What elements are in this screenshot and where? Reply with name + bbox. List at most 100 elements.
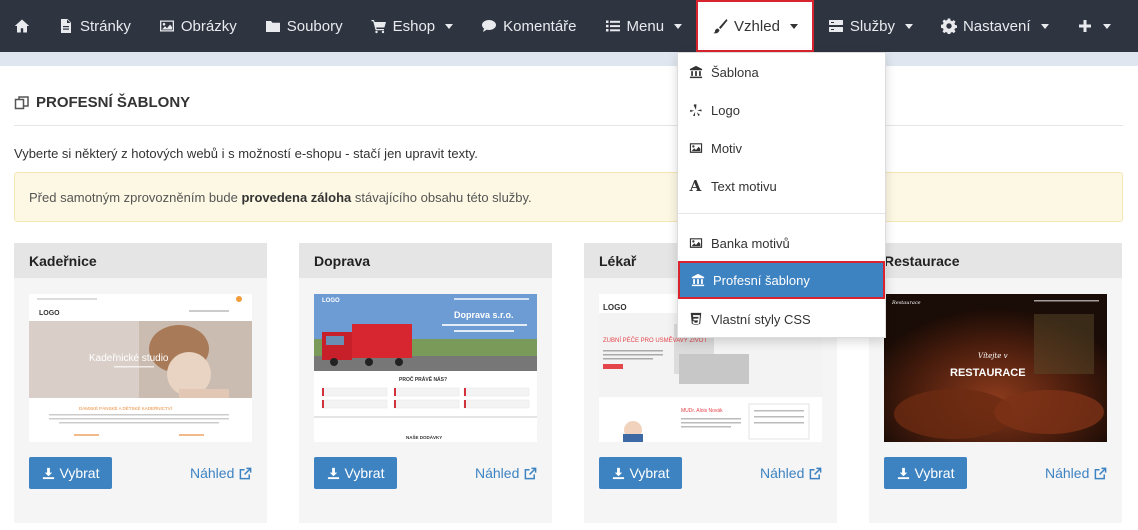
dropdown-item-motiv[interactable]: Motiv bbox=[678, 129, 885, 167]
card-title: Restaurace bbox=[869, 243, 1122, 278]
image-icon bbox=[159, 18, 175, 34]
nav-item-soubory[interactable]: Soubory bbox=[251, 0, 357, 52]
select-button-label: Vybrat bbox=[629, 465, 670, 481]
nav-item-add[interactable] bbox=[1063, 0, 1125, 52]
nav-item-sluzby[interactable]: Služby bbox=[814, 0, 927, 52]
download-icon bbox=[612, 467, 624, 479]
card-title: Doprava bbox=[299, 243, 552, 278]
backup-alert: Před samotným zprovozněním bude proveden… bbox=[14, 172, 1123, 222]
hair-salon-preview: LOGO Kadeřnické studio DÁMSKÉ PÁNSKÉ A D… bbox=[29, 294, 252, 442]
preview-link-label: Náhled bbox=[1045, 465, 1090, 481]
svg-text:Kadeřnické studio: Kadeřnické studio bbox=[89, 353, 169, 364]
svg-text:LOGO: LOGO bbox=[603, 303, 627, 312]
list-icon bbox=[605, 18, 621, 34]
dropdown-item-label: Motiv bbox=[711, 140, 743, 156]
external-link-icon bbox=[240, 467, 252, 479]
download-icon bbox=[327, 467, 339, 479]
svg-text:LOGO: LOGO bbox=[39, 310, 60, 317]
dropdown-item-logo[interactable]: Logo bbox=[678, 91, 885, 129]
dropdown-item-label: Profesní šablony bbox=[713, 272, 810, 288]
dropdown-item-profesni-sablony[interactable]: Profesní šablony bbox=[678, 261, 885, 299]
external-link-icon bbox=[1095, 467, 1107, 479]
nav-item-eshop[interactable]: Eshop bbox=[357, 0, 468, 52]
select-button[interactable]: Vybrat bbox=[599, 457, 682, 489]
page-title: PROFESNÍ ŠABLONY bbox=[14, 94, 190, 111]
template-card-doprava: Doprava LOGO Doprava s.r.o. PROČ PRÁVĚ N… bbox=[299, 243, 552, 523]
alert-text-bold: provedena záloha bbox=[241, 190, 352, 205]
svg-text:NAŠE DODÁVKY: NAŠE DODÁVKY bbox=[406, 433, 442, 440]
dropdown-item-text-motivu[interactable]: A Text motivu bbox=[678, 167, 885, 205]
alert-text-after: stávajícího obsahu této služby. bbox=[351, 190, 532, 205]
nav-item-label: Obrázky bbox=[180, 17, 237, 35]
chevron-down-icon bbox=[674, 23, 683, 29]
nav-item-vzhled[interactable]: Vzhled bbox=[696, 0, 814, 52]
nav-item-label: Soubory bbox=[286, 17, 343, 35]
vzhled-dropdown-menu: Šablona Logo Motiv A Text motivu Banka m… bbox=[677, 52, 886, 338]
divider bbox=[14, 125, 1123, 126]
page-title-text: PROFESNÍ ŠABLONY bbox=[36, 94, 191, 111]
copy-icon bbox=[14, 95, 29, 109]
cart-icon bbox=[371, 18, 387, 34]
top-navigation: Stránky Obrázky Soubory Eshop Komentáře … bbox=[0, 0, 1138, 52]
bank-icon bbox=[690, 273, 705, 288]
transport-preview: LOGO Doprava s.r.o. PROČ PRÁVĚ NÁS? NAŠE… bbox=[314, 294, 537, 442]
nav-item-komentare[interactable]: Komentáře bbox=[467, 0, 590, 52]
dropdown-item-banka-motivu[interactable]: Banka motivů bbox=[678, 224, 885, 262]
preview-link-label: Náhled bbox=[190, 465, 235, 481]
file-icon bbox=[58, 18, 74, 34]
nav-item-label: Komentáře bbox=[503, 17, 577, 35]
font-icon: A bbox=[689, 177, 702, 195]
nav-item-label: Služby bbox=[849, 17, 895, 35]
dropdown-divider bbox=[678, 213, 885, 214]
chevron-down-icon bbox=[1040, 23, 1049, 29]
dropdown-item-vlastni-styly-css[interactable]: Vlastní styly CSS bbox=[678, 300, 885, 338]
svg-text:DÁMSKÉ PÁNSKÉ A DĚTSKÉ KADEŘNI: DÁMSKÉ PÁNSKÉ A DĚTSKÉ KADEŘNICTVÍ bbox=[79, 404, 173, 411]
template-card-kadernice: Kadeřnice LOGO Kadeřnické studio DÁMSKÉ … bbox=[14, 243, 267, 523]
preview-link[interactable]: Náhled bbox=[1045, 465, 1107, 481]
external-link-icon bbox=[810, 467, 822, 479]
template-card-restaurace: Restaurace Restaurace Vítejte v RESTAURA… bbox=[869, 243, 1122, 523]
services-icon bbox=[828, 18, 844, 34]
svg-text:PROČ PRÁVĚ NÁS?: PROČ PRÁVĚ NÁS? bbox=[399, 375, 447, 383]
select-button[interactable]: Vybrat bbox=[29, 457, 112, 489]
dropdown-item-label: Vlastní styly CSS bbox=[711, 311, 811, 327]
chevron-down-icon bbox=[1102, 23, 1111, 29]
preview-link-label: Náhled bbox=[760, 465, 805, 481]
preview-link[interactable]: Náhled bbox=[190, 465, 252, 481]
dropdown-item-sablona[interactable]: Šablona bbox=[678, 53, 885, 91]
download-icon bbox=[897, 467, 909, 479]
template-thumbnail[interactable]: LOGO Doprava s.r.o. PROČ PRÁVĚ NÁS? NAŠE… bbox=[314, 294, 537, 442]
chevron-down-icon bbox=[904, 23, 913, 29]
svg-text:MUDr. Alois Novák: MUDr. Alois Novák bbox=[681, 408, 723, 414]
nav-home[interactable] bbox=[0, 0, 44, 52]
dropdown-item-label: Text motivu bbox=[711, 178, 777, 194]
svg-text:Doprava s.r.o.: Doprava s.r.o. bbox=[454, 310, 514, 320]
template-thumbnail[interactable]: Restaurace Vítejte v RESTAURACE bbox=[884, 294, 1107, 442]
picture-icon bbox=[688, 141, 703, 156]
nav-item-obrazky[interactable]: Obrázky bbox=[145, 0, 251, 52]
restaurant-preview: Restaurace Vítejte v RESTAURACE bbox=[884, 294, 1107, 442]
card-title: Kadeřnice bbox=[14, 243, 267, 278]
intro-text: Vyberte si některý z hotových webů i s m… bbox=[14, 146, 478, 161]
nav-item-stranky[interactable]: Stránky bbox=[44, 0, 145, 52]
select-button[interactable]: Vybrat bbox=[314, 457, 397, 489]
nav-item-label: Stránky bbox=[80, 17, 131, 35]
nav-item-nastaveni[interactable]: Nastavení bbox=[927, 0, 1063, 52]
plus-icon bbox=[1077, 18, 1093, 34]
chevron-down-icon bbox=[445, 23, 454, 29]
nav-item-menu[interactable]: Menu bbox=[591, 0, 697, 52]
gear-icon bbox=[940, 18, 958, 35]
picture-icon bbox=[688, 236, 703, 251]
select-button-label: Vybrat bbox=[914, 465, 955, 481]
dropdown-item-label: Logo bbox=[711, 102, 740, 118]
folder-icon bbox=[265, 18, 281, 34]
yelp-icon bbox=[688, 103, 703, 118]
dropdown-item-label: Banka motivů bbox=[711, 235, 790, 251]
home-icon bbox=[14, 18, 30, 34]
preview-link[interactable]: Náhled bbox=[475, 465, 537, 481]
select-button[interactable]: Vybrat bbox=[884, 457, 967, 489]
svg-text:RESTAURACE: RESTAURACE bbox=[950, 367, 1026, 379]
template-thumbnail[interactable]: LOGO Kadeřnické studio DÁMSKÉ PÁNSKÉ A D… bbox=[29, 294, 252, 442]
preview-link[interactable]: Náhled bbox=[760, 465, 822, 481]
chevron-down-icon bbox=[789, 23, 798, 29]
